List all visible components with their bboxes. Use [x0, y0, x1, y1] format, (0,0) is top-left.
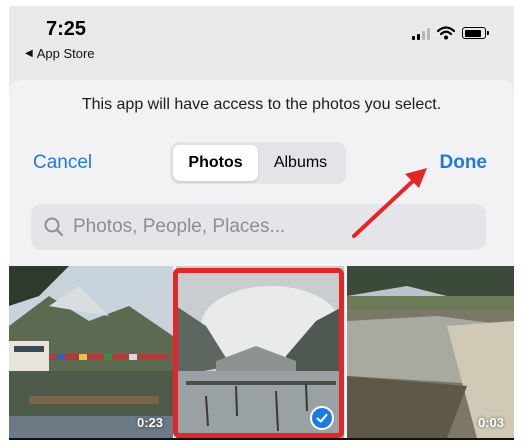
status-icons: [412, 26, 489, 40]
landscape-image: [9, 266, 173, 438]
back-to-app-link[interactable]: ◀ App Store: [25, 46, 95, 61]
tab-albums[interactable]: Albums: [258, 145, 343, 181]
search-input[interactable]: [71, 215, 475, 239]
back-arrow-icon: ◀: [25, 48, 33, 59]
phone-screen: 7:25 ◀ App Store This app will have acce…: [9, 6, 514, 438]
tab-photos[interactable]: Photos: [173, 145, 258, 181]
access-prompt: This app will have access to the photos …: [81, 96, 442, 113]
status-bar: 7:25 ◀ App Store: [9, 6, 514, 76]
photos-albums-segmented-control: Photos Albums: [170, 142, 346, 184]
done-button[interactable]: Done: [440, 152, 488, 174]
back-app-label: App Store: [36, 46, 95, 61]
photo-thumbnail[interactable]: 0:23: [9, 266, 173, 438]
photo-picker-sheet: This app will have access to the photos …: [9, 80, 514, 438]
video-duration: 0:23: [136, 415, 163, 430]
selected-checkmark-icon: [310, 406, 334, 430]
search-bar[interactable]: [31, 204, 486, 250]
video-duration: 0:03: [477, 415, 504, 430]
cancel-button[interactable]: Cancel: [33, 152, 92, 174]
battery-icon: [462, 27, 489, 39]
photo-thumbnail[interactable]: 0:03: [347, 266, 514, 438]
wifi-icon: [437, 26, 455, 40]
signal-icon: [412, 26, 430, 40]
frame-bottom-edge: [9, 438, 514, 440]
status-time: 7:25: [46, 18, 87, 40]
search-icon: [44, 217, 64, 237]
photo-thumbnail-selected[interactable]: [176, 266, 344, 438]
river-image: [347, 266, 514, 438]
